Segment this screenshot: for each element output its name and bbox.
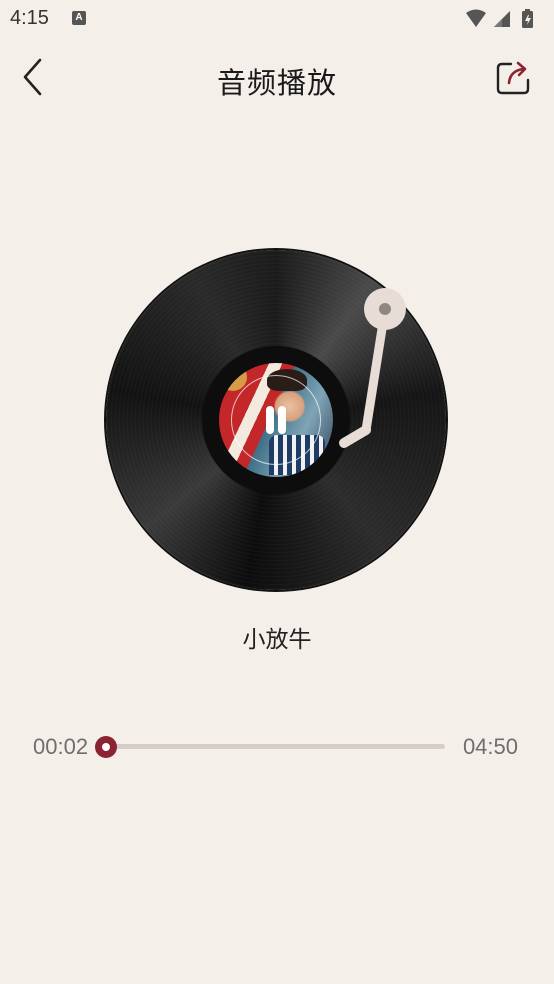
total-time: 04:50 <box>462 734 518 759</box>
notification-icon: A <box>72 11 86 25</box>
wifi-icon <box>466 9 486 27</box>
vinyl-player <box>106 250 446 590</box>
progress-thumb[interactable] <box>95 736 117 758</box>
share-icon <box>496 61 530 95</box>
tonearm <box>339 288 406 448</box>
current-time: 00:02 <box>33 734 89 759</box>
page-title: 音频播放 <box>216 66 337 100</box>
progress-track[interactable] <box>95 736 445 758</box>
status-time: 4:15 <box>10 7 49 29</box>
playback-progress: 00:02 04:50 <box>30 730 524 764</box>
song-title: 小放牛 <box>242 627 312 653</box>
audio-player-screen: 4:15 A 音频播放 小放牛 00:02 04:50 <box>0 0 554 984</box>
share-button[interactable] <box>494 58 534 98</box>
system-status-icons <box>466 9 533 28</box>
status-bar: 4:15 A <box>0 0 554 38</box>
header-bar: 音频播放 <box>0 44 554 114</box>
